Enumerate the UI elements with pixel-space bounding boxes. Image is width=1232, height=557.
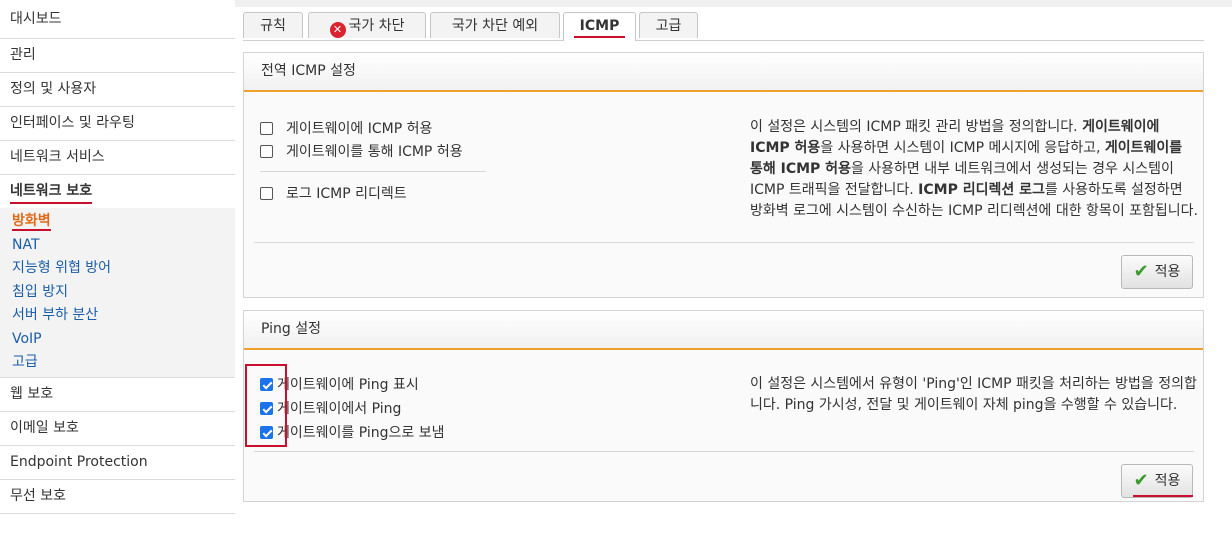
option-label: 게이트웨이에 ICMP 허용: [286, 121, 433, 137]
tab-advanced[interactable]: 고급: [639, 12, 698, 38]
divider: [254, 451, 1194, 452]
allow-icmp-on-gateway-checkbox[interactable]: [260, 122, 273, 135]
tab-country-blocking[interactable]: ✕ 국가 차단: [308, 12, 426, 38]
tab-icmp[interactable]: ICMP: [563, 12, 636, 41]
tab-country-blocking-exceptions[interactable]: 국가 차단 예외: [430, 12, 560, 38]
option-label: 게이트웨이를 통해 ICMP 허용: [286, 144, 463, 160]
error-x-icon: ✕: [329, 22, 346, 38]
log-icmp-redirects-checkbox[interactable]: [260, 187, 273, 200]
sidebar-subitem-advanced[interactable]: 고급: [0, 351, 235, 375]
allow-icmp-through-gateway-checkbox[interactable]: [260, 145, 273, 158]
sidebar-item-management[interactable]: 관리: [0, 39, 235, 73]
allow-icmp-through-gateway-option[interactable]: 게이트웨이를 통해 ICMP 허용: [260, 142, 463, 162]
option-label: 게이트웨이에 Ping 표시: [277, 377, 419, 393]
panel-title: Ping 설정: [244, 311, 1203, 350]
checkmark-icon: ✔: [1133, 470, 1149, 491]
sidebar-subitem-voip[interactable]: VoIP: [0, 328, 235, 352]
sidebar-subgroup-network-protection: 방화벽 NAT 지능형 위협 방어 침입 방지 서버 부하 분산 VoIP 고급: [0, 208, 235, 378]
sidebar-item-email-protection[interactable]: 이메일 보호: [0, 411, 235, 446]
apply-label: 적용: [1154, 473, 1181, 489]
tab-rules[interactable]: 규칙: [243, 12, 303, 38]
desc-bold: ICMP 리디렉션 로그: [918, 182, 1045, 198]
sidebar-item-network-protection[interactable]: 네트워크 보호: [0, 175, 235, 208]
sidebar-subitem-firewall[interactable]: 방화벽: [0, 210, 235, 234]
tab-label: 국가 차단: [348, 18, 405, 34]
tab-bar: 규칙 ✕ 국가 차단 국가 차단 예외 ICMP 고급: [243, 12, 1204, 41]
allow-icmp-on-gateway-option[interactable]: 게이트웨이에 ICMP 허용: [260, 119, 432, 139]
sidebar-item-interfaces-routing[interactable]: 인터페이스 및 라우팅: [0, 107, 235, 141]
apply-label: 적용: [1154, 264, 1181, 280]
option-label: 게이트웨이에서 Ping: [277, 401, 402, 417]
ping-description: 이 설정은 시스템에서 유형이 'Ping'인 ICMP 패킷을 처리하는 방법…: [750, 376, 1197, 413]
apply-button[interactable]: ✔ 적용: [1121, 464, 1193, 498]
apply-highlight-underline: [1133, 495, 1193, 497]
sidebar-item-dashboard[interactable]: 대시보드: [0, 0, 235, 39]
log-icmp-redirects-option[interactable]: 로그 ICMP 리디렉트: [260, 184, 407, 204]
sidebar-item-endpoint-protection[interactable]: Endpoint Protection: [0, 445, 235, 480]
sidebar-subitem-ips[interactable]: 침입 방지: [0, 281, 235, 305]
desc-text: 이 설정은 시스템의 ICMP 패킷 관리 방법을 정의합니다.: [750, 119, 1083, 135]
checkmark-icon: ✔: [1133, 261, 1149, 282]
sidebar-item-label: 네트워크 보호: [10, 183, 93, 204]
sidebar-subitem-nat[interactable]: NAT: [0, 234, 235, 258]
global-icmp-settings-panel: 전역 ICMP 설정 게이트웨이에 ICMP 허용 게이트웨이를 통해 ICMP…: [243, 52, 1204, 298]
sidebar-subitem-load-balancing[interactable]: 서버 부하 분산: [0, 304, 235, 328]
icmp-description: 이 설정은 시스템의 ICMP 패킷 관리 방법을 정의합니다. 게이트웨이에 …: [750, 117, 1198, 222]
sidebar-item-network-services[interactable]: 네트워크 서비스: [0, 141, 235, 175]
desc-text: 을 사용하면 시스템이 ICMP 메시지에 응답하고,: [820, 140, 1105, 156]
sidebar-item-definitions-users[interactable]: 정의 및 사용자: [0, 73, 235, 107]
sidebar-subitem-atp[interactable]: 지능형 위협 방어: [0, 257, 235, 281]
option-label: 게이트웨이를 Ping으로 보냄: [277, 425, 445, 441]
sidebar-item-wireless-protection[interactable]: 무선 보호: [0, 479, 235, 514]
divider: [260, 171, 486, 172]
panel-title: 전역 ICMP 설정: [244, 53, 1203, 92]
sidebar-item-web-protection[interactable]: 웹 보호: [0, 377, 235, 412]
tab-label: ICMP: [573, 18, 626, 38]
option-label: 로그 ICMP 리디렉트: [286, 186, 407, 202]
checkbox-highlight-box: [245, 364, 287, 447]
gateway-forwards-pings-option[interactable]: 게이트웨이를 Ping으로 보냄: [260, 423, 444, 443]
sidebar-nav: 대시보드 관리 정의 및 사용자 인터페이스 및 라우팅 네트워크 서비스 네트…: [0, 0, 235, 514]
divider: [254, 242, 1194, 243]
ping-settings-panel: Ping 설정 게이트웨이에 Ping 표시 게이트웨이에서 Ping 게이트웨…: [243, 310, 1204, 502]
apply-button[interactable]: ✔ 적용: [1121, 255, 1193, 289]
sidebar-subitem-label: 방화벽: [12, 213, 51, 231]
